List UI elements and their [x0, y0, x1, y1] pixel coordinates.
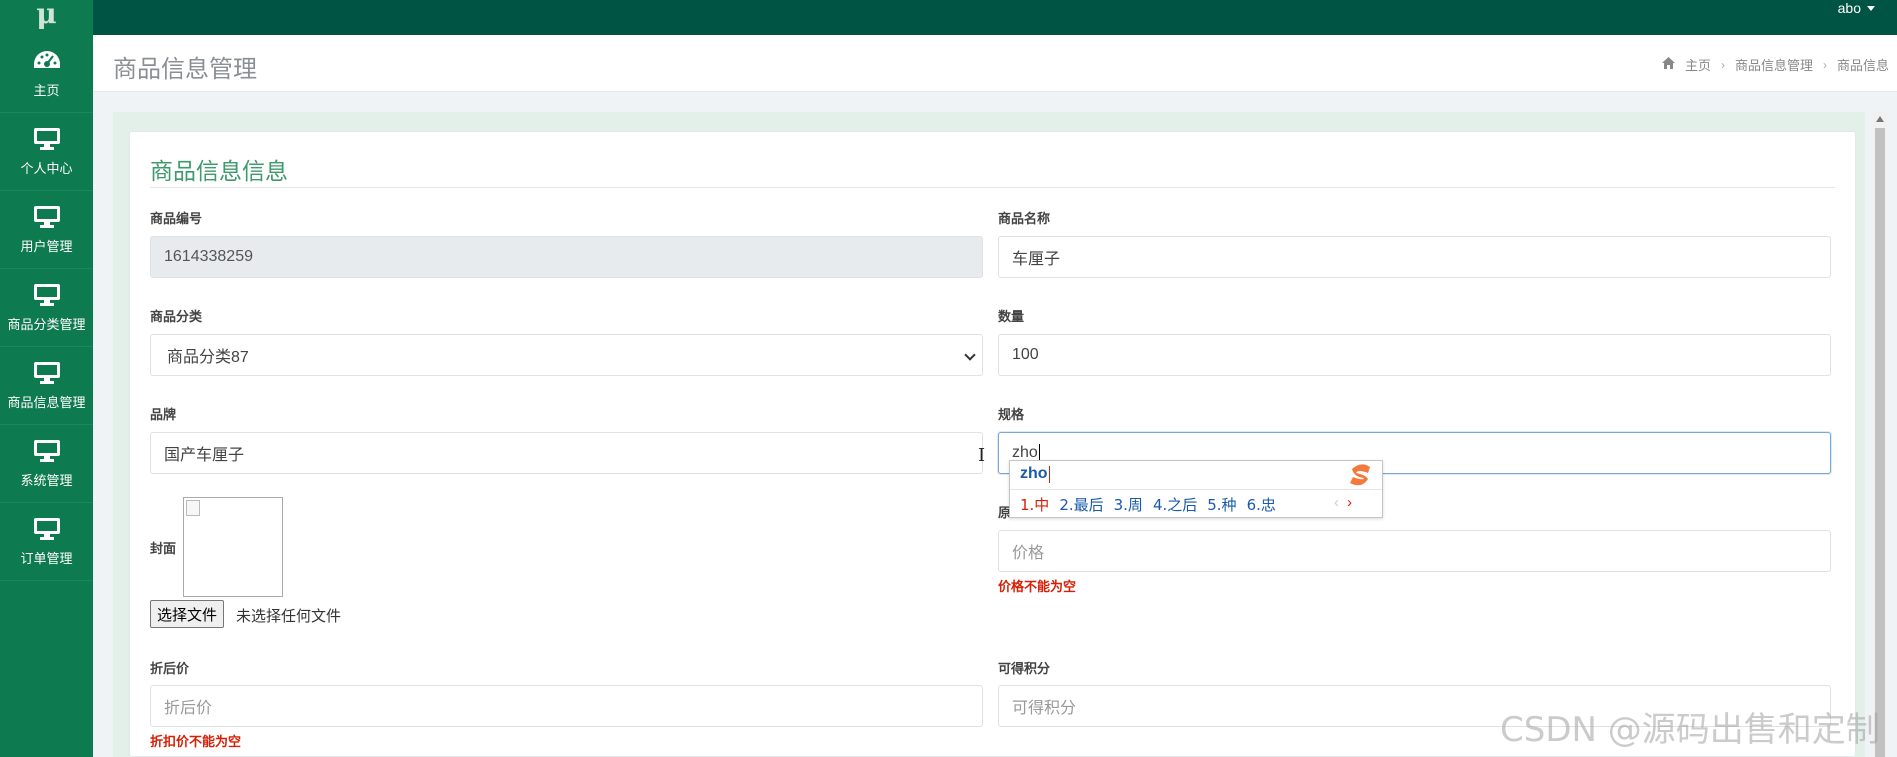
ime-candidate[interactable]: 2.最后: [1059, 494, 1103, 515]
ime-candidate[interactable]: 1.中: [1020, 494, 1049, 515]
brand-label: 品牌: [150, 407, 177, 422]
ime-candidate[interactable]: 6.忠: [1247, 494, 1276, 515]
ime-prev-page-icon[interactable]: ‹: [1334, 494, 1339, 511]
discount-price-error: 折扣价不能为空: [150, 734, 242, 749]
ime-candidate[interactable]: 3.周: [1114, 494, 1143, 515]
sidebar: μ 主页 个人中心 用户管理 商品分类管理 商品信息管理 系统管理 订单管理: [0, 0, 93, 757]
scrollbar[interactable]: [1873, 112, 1887, 757]
product-code-input: 1614338259: [150, 236, 983, 278]
caret-down-icon: [1867, 5, 1875, 11]
sidebar-item-category-management[interactable]: 商品分类管理: [0, 269, 93, 347]
discount-price-label: 折后价: [150, 661, 190, 676]
category-select[interactable]: 商品分类87: [150, 334, 983, 376]
monitor-icon: [32, 126, 62, 152]
form-card: 商品信息信息 商品编号 1614338259 商品名称 车厘子 商品分类 商品分…: [129, 131, 1856, 757]
page-header: 商品信息管理 主页 › 商品信息管理 › 商品信息: [93, 35, 1897, 92]
quantity-label: 数量: [998, 309, 1025, 324]
sidebar-item-personal-center[interactable]: 个人中心: [0, 113, 93, 191]
watermark: CSDN @源码出售和定制: [1500, 710, 1880, 750]
scroll-up-arrow-icon[interactable]: [1876, 116, 1884, 122]
broken-image-icon: [186, 500, 200, 516]
discount-price-input[interactable]: 折后价: [150, 685, 983, 727]
cover-label: 封面: [150, 541, 177, 556]
monitor-icon: [32, 516, 62, 542]
sidebar-item-label: 商品信息管理: [7, 395, 86, 410]
ime-composition-text: zho: [1020, 465, 1048, 482]
sidebar-item-user-management[interactable]: 用户管理: [0, 191, 93, 269]
i-beam-cursor-icon: I: [978, 445, 986, 466]
app-logo: μ: [36, 0, 57, 30]
sidebar-item-home[interactable]: 主页: [0, 35, 93, 113]
sidebar-item-label: 系统管理: [20, 473, 73, 488]
points-label: 可得积分: [998, 661, 1051, 676]
ime-candidate[interactable]: 4.之后: [1153, 494, 1197, 515]
monitor-icon: [32, 438, 62, 464]
ime-next-page-icon[interactable]: ›: [1347, 494, 1352, 511]
sidebar-item-system-management[interactable]: 系统管理: [0, 425, 93, 503]
top-bar: abo: [93, 0, 1897, 35]
sogou-logo-icon: [1350, 464, 1370, 486]
ime-separator: [1010, 489, 1382, 490]
spec-label: 规格: [998, 407, 1025, 422]
product-code-label: 商品编号: [150, 211, 203, 226]
sidebar-item-product-management[interactable]: 商品信息管理: [0, 347, 93, 425]
chevron-right-icon: ›: [1822, 57, 1827, 72]
home-icon: [1661, 57, 1675, 72]
product-name-input[interactable]: 车厘子: [998, 236, 1831, 278]
ime-candidates: 1.中 2.最后 3.周 4.之后 5.种 6.忠: [1020, 494, 1276, 515]
choose-file-button[interactable]: 选择文件: [150, 600, 225, 628]
ime-pagination: ‹ ›: [1334, 494, 1352, 511]
ime-composition: zho: [1020, 465, 1050, 483]
breadcrumb-product-management[interactable]: 商品信息管理: [1735, 55, 1813, 74]
product-name-label: 商品名称: [998, 211, 1051, 226]
divider: [150, 187, 1835, 188]
scroll-thumb[interactable]: [1875, 128, 1885, 757]
sidebar-item-order-management[interactable]: 订单管理: [0, 503, 93, 581]
price-error: 价格不能为空: [998, 579, 1077, 594]
sidebar-item-label: 主页: [33, 83, 60, 98]
breadcrumb-home[interactable]: 主页: [1685, 55, 1711, 74]
ime-candidate[interactable]: 5.种: [1207, 494, 1236, 515]
sidebar-item-label: 商品分类管理: [7, 317, 86, 332]
user-menu[interactable]: abo: [1838, 0, 1875, 16]
ime-candidate-window: zho 1.中 2.最后 3.周 4.之后 5.种 6.忠 ‹ ›: [1009, 460, 1383, 518]
chevron-down-icon: [964, 349, 976, 361]
category-selected-value: 商品分类87: [167, 349, 249, 366]
sidebar-item-label: 订单管理: [20, 551, 73, 566]
category-label: 商品分类: [150, 309, 203, 324]
price-input[interactable]: 价格: [998, 530, 1831, 572]
cover-image-preview: [183, 497, 283, 597]
brand-input[interactable]: 国产车厘子: [150, 432, 983, 474]
dashboard-icon: [32, 48, 62, 74]
monitor-icon: [32, 282, 62, 308]
username: abo: [1837, 0, 1861, 16]
file-status-text: 未选择任何文件: [236, 608, 342, 625]
sidebar-item-label: 用户管理: [20, 239, 73, 254]
monitor-icon: [32, 360, 62, 386]
chevron-right-icon: ›: [1720, 57, 1725, 72]
ime-caret: [1048, 465, 1050, 483]
form-title: 商品信息信息: [150, 158, 288, 184]
sidebar-item-label: 个人中心: [20, 161, 73, 176]
page-title: 商品信息管理: [113, 56, 257, 83]
quantity-input[interactable]: 100: [998, 334, 1831, 376]
breadcrumb-current: 商品信息: [1836, 58, 1889, 73]
breadcrumb: 主页 › 商品信息管理 › 商品信息: [1661, 55, 1889, 74]
monitor-icon: [32, 204, 62, 230]
